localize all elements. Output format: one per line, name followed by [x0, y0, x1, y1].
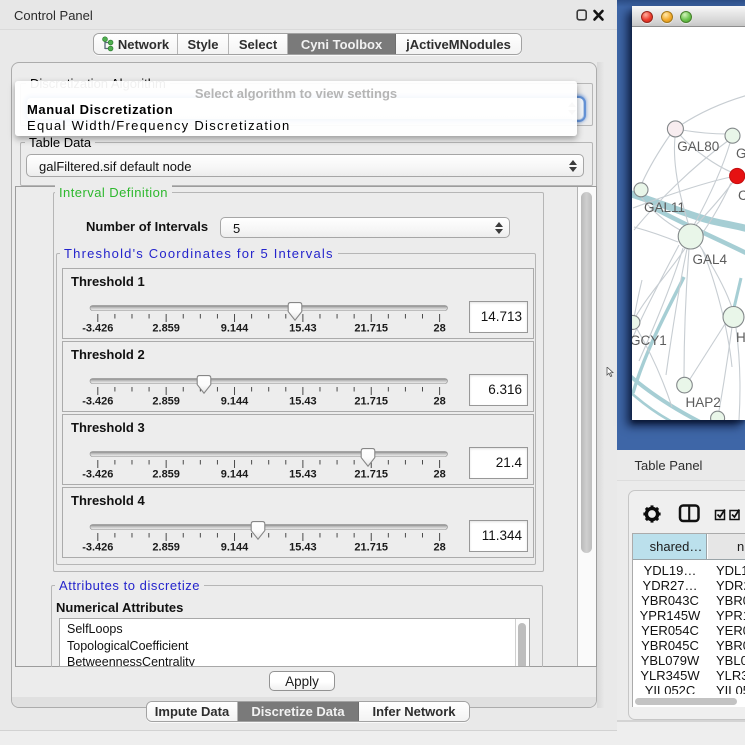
svg-text:2.859: 2.859: [152, 396, 180, 408]
svg-text:2.859: 2.859: [152, 469, 180, 481]
svg-text:21.715: 21.715: [354, 396, 388, 408]
svg-text:CY: CY: [738, 188, 745, 203]
svg-text:GAL4: GAL4: [693, 252, 728, 267]
svg-text:-3.426: -3.426: [82, 469, 113, 481]
svg-text:21.715: 21.715: [354, 542, 388, 554]
svg-text:21.715: 21.715: [354, 469, 388, 481]
svg-text:21.715: 21.715: [354, 323, 388, 335]
svg-text:15.43: 15.43: [289, 542, 317, 554]
svg-text:9.144: 9.144: [221, 396, 249, 408]
svg-text:15.43: 15.43: [289, 469, 317, 481]
svg-text:28: 28: [433, 396, 445, 408]
svg-text:28: 28: [433, 542, 445, 554]
svg-text:GAL80: GAL80: [677, 139, 719, 154]
svg-text:2.859: 2.859: [152, 323, 180, 335]
svg-text:15.43: 15.43: [289, 396, 317, 408]
svg-text:9.144: 9.144: [221, 323, 249, 335]
svg-text:9.144: 9.144: [221, 542, 249, 554]
svg-text:2.859: 2.859: [152, 542, 180, 554]
svg-text:HAP2: HAP2: [686, 395, 721, 410]
svg-text:GAL11: GAL11: [644, 200, 685, 215]
svg-text:9.144: 9.144: [221, 469, 249, 481]
svg-text:HA: HA: [736, 330, 745, 345]
svg-text:-3.426: -3.426: [82, 396, 113, 408]
svg-text:-3.426: -3.426: [82, 323, 113, 335]
svg-text:GA: GA: [736, 146, 745, 161]
svg-text:GCY1: GCY1: [632, 333, 667, 348]
svg-text:28: 28: [433, 469, 445, 481]
svg-text:-3.426: -3.426: [82, 542, 113, 554]
svg-text:28: 28: [433, 323, 445, 335]
svg-text:15.43: 15.43: [289, 323, 317, 335]
